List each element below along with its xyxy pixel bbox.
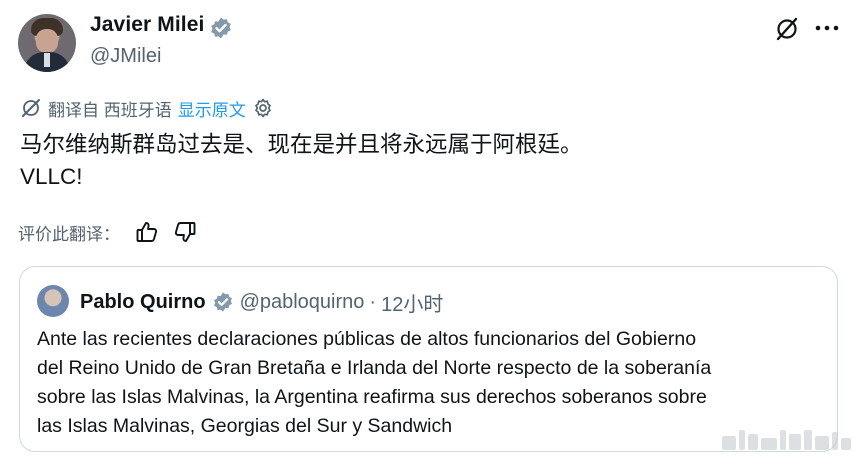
quoted-author-avatar[interactable] — [37, 285, 69, 317]
thumbs-up-icon[interactable] — [134, 219, 160, 245]
quoted-tweet-header: Pablo Quirno @pabloquirno · 12小时 — [80, 288, 443, 317]
quoted-author-handle[interactable]: @pabloquirno — [240, 291, 365, 314]
translate-icon — [22, 99, 40, 117]
rate-translation-bar: 评价此翻译： — [18, 218, 210, 246]
quoted-text-line: las Islas Malvinas, Georgias del Sur y S… — [37, 415, 453, 437]
translation-bar: 翻译自 西班牙语 显示原文 — [20, 96, 274, 120]
verified-badge-icon — [213, 292, 232, 312]
quoted-tweet-text: Ante las recientes declaraciones pública… — [37, 325, 827, 441]
avatar-face — [36, 29, 58, 53]
thumbs-down-icon[interactable] — [172, 219, 198, 245]
tweet-text-line: VLLC! — [20, 164, 83, 189]
author-name[interactable]: Javier Milei — [90, 13, 204, 37]
meta-separator: · — [369, 290, 377, 313]
rate-translation-label: 评价此翻译： — [18, 224, 120, 244]
tweet-text-line: 马尔维纳斯群岛过去是、现在是并且将永远属于阿根廷。 — [20, 132, 583, 157]
watermark — [722, 426, 852, 450]
quoted-text-line: Ante las recientes declaraciones pública… — [37, 328, 697, 350]
show-original-link[interactable]: 显示原文 — [178, 96, 246, 121]
avatar-tie — [44, 53, 50, 67]
grok-icon[interactable] — [774, 16, 800, 42]
author-handle[interactable]: @JMilei — [90, 45, 161, 68]
quoted-text-line: del Reino Unido de Gran Bretaña e Irland… — [37, 357, 712, 379]
tweet-text: 马尔维纳斯群岛过去是、现在是并且将永远属于阿根廷。 VLLC! — [20, 129, 583, 193]
more-icon[interactable] — [812, 18, 842, 38]
verified-badge-icon — [211, 17, 231, 39]
quoted-timestamp[interactable]: 12小时 — [381, 288, 443, 317]
translation-label: 翻译自 西班牙语 — [48, 100, 172, 120]
author-avatar[interactable] — [18, 14, 76, 72]
settings-icon[interactable] — [252, 97, 274, 119]
quoted-author-name[interactable]: Pablo Quirno — [80, 291, 206, 314]
quoted-text-line: sobre las Islas Malvinas, la Argentina r… — [37, 386, 707, 408]
